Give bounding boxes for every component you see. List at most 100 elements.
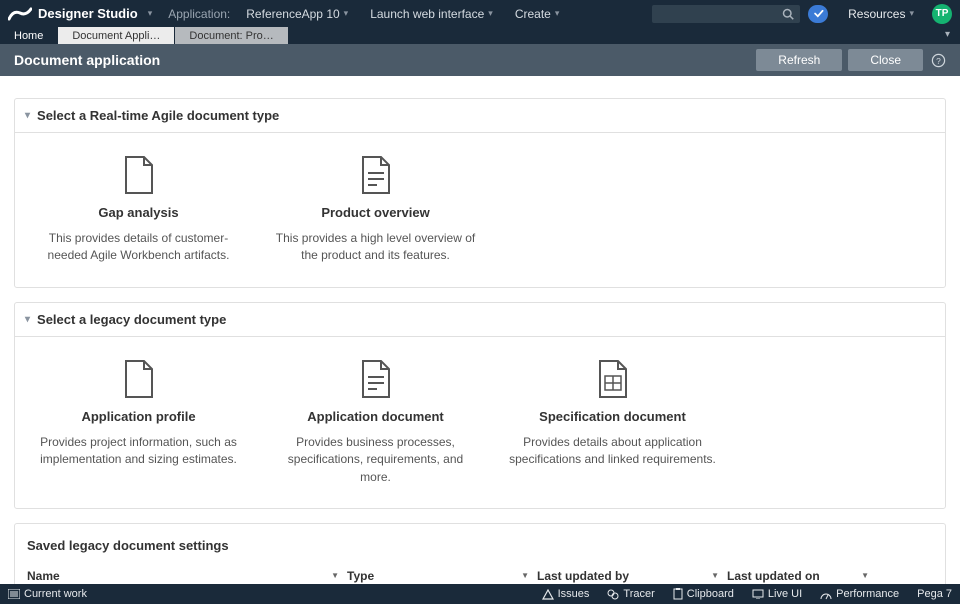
subheader: Document application Refresh Close ? <box>0 44 960 76</box>
document-lines-icon <box>262 359 489 399</box>
sort-icon: ▼ <box>331 571 339 580</box>
section-legacy: ▾ Select a legacy document type Applicat… <box>14 302 946 509</box>
help-icon[interactable]: ? <box>931 53 946 68</box>
document-lines-icon <box>262 155 489 195</box>
create-menu[interactable]: Create ▾ <box>509 7 566 21</box>
section-legacy-header[interactable]: ▾ Select a legacy document type <box>15 303 945 336</box>
application-label: Application: <box>162 7 236 21</box>
clipboard-button[interactable]: Clipboard <box>673 588 734 600</box>
column-updated-on[interactable]: Last updated on ▼ <box>727 569 877 583</box>
saved-settings: Saved legacy document settings Name ▼ Ty… <box>14 523 946 584</box>
tile-title: Application document <box>262 409 489 424</box>
sort-icon: ▼ <box>521 571 529 580</box>
chevron-down-icon: ▾ <box>488 8 493 19</box>
document-icon <box>25 359 252 399</box>
launch-menu[interactable]: Launch web interface ▾ <box>364 7 499 21</box>
column-name-label: Name <box>27 569 60 583</box>
tile-desc: This provides a high level overview of t… <box>262 230 489 265</box>
document-icon <box>25 155 252 195</box>
table-header: Name ▼ Type ▼ Last updated by ▼ Last upd… <box>27 569 933 584</box>
column-updated-on-label: Last updated on <box>727 569 820 583</box>
list-icon <box>8 589 20 599</box>
chevron-down-icon: ▾ <box>555 8 560 19</box>
section-legacy-title: Select a legacy document type <box>37 312 226 327</box>
section-agile-header[interactable]: ▾ Select a Real-time Agile document type <box>15 99 945 132</box>
sort-icon: ▼ <box>861 571 869 580</box>
application-name: ReferenceApp 10 <box>246 7 339 21</box>
check-icon <box>813 8 824 19</box>
check-in-button[interactable] <box>808 5 828 23</box>
chevron-down-icon: ▾ <box>344 8 349 19</box>
chevron-down-icon[interactable]: ▾ <box>148 8 153 19</box>
tile-desc: Provides details about application speci… <box>499 434 726 469</box>
tile-specification-document[interactable]: Specification document Provides details … <box>499 359 726 486</box>
document-grid-icon <box>499 359 726 399</box>
tile-title: Product overview <box>262 205 489 220</box>
column-updated-by-label: Last updated by <box>537 569 629 583</box>
refresh-button[interactable]: Refresh <box>756 49 842 71</box>
column-updated-by[interactable]: Last updated by ▼ <box>537 569 727 583</box>
tab-bar: Home Document Appli… Document: Pro… ▾ <box>0 27 960 44</box>
bottom-bar: Current work Issues Tracer Clipboard Liv… <box>0 584 960 604</box>
launch-label: Launch web interface <box>370 7 484 21</box>
tile-desc: Provides project information, such as im… <box>25 434 252 469</box>
avatar[interactable]: TP <box>932 4 952 24</box>
issues-button[interactable]: Issues <box>542 588 590 600</box>
resources-menu[interactable]: Resources ▾ <box>848 7 914 21</box>
search-icon <box>782 8 794 20</box>
tile-desc: Provides business processes, specificati… <box>262 434 489 486</box>
current-work-button[interactable]: Current work <box>8 588 87 600</box>
section-agile: ▾ Select a Real-time Agile document type… <box>14 98 946 288</box>
performance-label: Performance <box>836 588 899 600</box>
tab-home[interactable]: Home <box>0 27 58 44</box>
section-agile-body: Gap analysis This provides details of cu… <box>15 132 945 287</box>
column-type-label: Type <box>347 569 374 583</box>
svg-text:?: ? <box>936 55 941 65</box>
tracer-label: Tracer <box>623 588 654 600</box>
tile-desc: This provides details of customer-needed… <box>25 230 252 265</box>
warning-icon <box>542 589 554 600</box>
sort-icon: ▼ <box>711 571 719 580</box>
chevron-down-icon: ▾ <box>25 110 30 121</box>
tile-title: Gap analysis <box>25 205 252 220</box>
logo: Designer Studio ▾ <box>8 6 152 22</box>
pega-version: Pega 7 <box>917 588 952 600</box>
chevron-down-icon: ▾ <box>909 8 914 19</box>
page-title: Document application <box>14 52 160 68</box>
tab-document-application[interactable]: Document Appli… <box>58 27 175 44</box>
search-input[interactable] <box>652 5 800 23</box>
close-button[interactable]: Close <box>848 49 923 71</box>
top-bar: Designer Studio ▾ Application: Reference… <box>0 0 960 27</box>
column-name[interactable]: Name ▼ <box>27 569 347 583</box>
section-agile-title: Select a Real-time Agile document type <box>37 108 279 123</box>
liveui-label: Live UI <box>768 588 802 600</box>
tile-application-profile[interactable]: Application profile Provides project inf… <box>25 359 252 486</box>
liveui-icon <box>752 589 764 599</box>
saved-settings-title: Saved legacy document settings <box>27 538 933 553</box>
tile-gap-analysis[interactable]: Gap analysis This provides details of cu… <box>25 155 252 265</box>
content-area: ▾ Select a Real-time Agile document type… <box>0 76 960 584</box>
chevron-down-icon: ▾ <box>25 314 30 325</box>
clipboard-icon <box>673 588 683 600</box>
section-legacy-body: Application profile Provides project inf… <box>15 336 945 508</box>
column-type[interactable]: Type ▼ <box>347 569 537 583</box>
tab-document-pro[interactable]: Document: Pro… <box>175 27 288 44</box>
liveui-button[interactable]: Live UI <box>752 588 802 600</box>
tile-title: Application profile <box>25 409 252 424</box>
chevron-down-icon[interactable]: ▾ <box>945 29 950 40</box>
tile-title: Specification document <box>499 409 726 424</box>
gauge-icon <box>820 589 832 600</box>
create-label: Create <box>515 7 551 21</box>
resources-label: Resources <box>848 7 905 21</box>
brand-title: Designer Studio <box>38 6 138 21</box>
clipboard-label: Clipboard <box>687 588 734 600</box>
tracer-button[interactable]: Tracer <box>607 588 654 600</box>
issues-label: Issues <box>558 588 590 600</box>
current-work-label: Current work <box>24 588 87 600</box>
tile-product-overview[interactable]: Product overview This provides a high le… <box>262 155 489 265</box>
logo-icon <box>8 6 32 22</box>
performance-button[interactable]: Performance <box>820 588 899 600</box>
tile-application-document[interactable]: Application document Provides business p… <box>262 359 489 486</box>
application-picker[interactable]: ReferenceApp 10 ▾ <box>240 7 354 21</box>
tracer-icon <box>607 589 619 600</box>
